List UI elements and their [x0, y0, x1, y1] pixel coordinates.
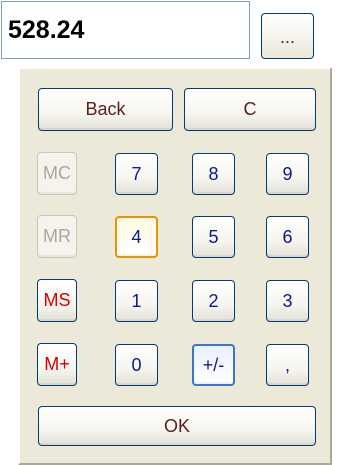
digit-5-button[interactable]: 5	[192, 216, 235, 258]
memory-clear-button[interactable]: MC	[37, 152, 77, 195]
display-value: 528.24	[8, 15, 85, 44]
memory-store-button[interactable]: MS	[37, 279, 77, 322]
digit-7-button[interactable]: 7	[115, 153, 158, 195]
digit-2-button[interactable]: 2	[192, 280, 235, 322]
digit-6-button[interactable]: 6	[266, 216, 309, 258]
sign-toggle-button[interactable]: +/-	[192, 344, 235, 386]
digit-0-button[interactable]: 0	[115, 344, 158, 386]
digit-8-button[interactable]: 8	[192, 153, 235, 195]
digit-3-button[interactable]: 3	[266, 280, 309, 322]
back-button[interactable]: Back	[38, 88, 173, 131]
memory-add-button[interactable]: M+	[37, 343, 77, 386]
memory-recall-button[interactable]: MR	[37, 215, 77, 258]
browse-button-label: ...	[279, 27, 295, 47]
clear-button[interactable]: C	[184, 88, 316, 131]
digit-1-button[interactable]: 1	[115, 280, 158, 322]
decimal-separator-button[interactable]: ,	[266, 344, 309, 386]
calculator-panel: Back C MC 7 8 9 MR 4 5 6 MS 1 2 3 M+ 0 +…	[18, 67, 332, 465]
browse-button[interactable]: ...	[261, 13, 314, 59]
digit-4-button[interactable]: 4	[115, 216, 158, 258]
ok-button[interactable]: OK	[38, 406, 316, 446]
digit-9-button[interactable]: 9	[266, 153, 309, 195]
value-display[interactable]: 528.24	[1, 1, 250, 59]
